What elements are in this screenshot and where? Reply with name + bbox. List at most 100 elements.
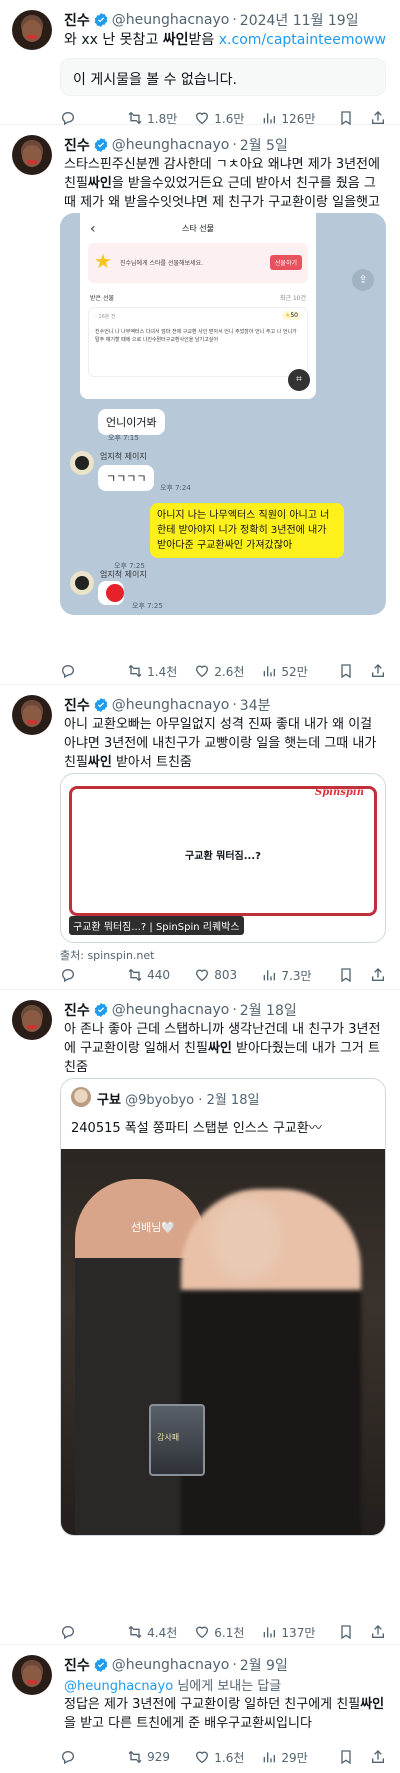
share-button[interactable] — [370, 1624, 386, 1640]
like-icon — [196, 969, 209, 982]
scan-icon[interactable]: ⌗ — [288, 369, 310, 391]
reply-icon — [61, 664, 75, 679]
views-button[interactable]: 29만 — [261, 1749, 338, 1766]
link-card[interactable]: Spinspin 구교환 뭐터짐...? 구교환 뭐터짐...? | SpinS… — [60, 773, 386, 943]
card-preview: Spinspin 구교환 뭐터짐...? — [69, 786, 377, 916]
tweet-text: 정답은 제가 3년전에 구교환이랑 일하던 친구에게 친필싸인을 받고 다른 트… — [64, 1697, 385, 1731]
tweet-header: 진수 @heunghacnayo · 34분 — [64, 695, 271, 715]
bookmark-button[interactable] — [338, 1624, 370, 1640]
share-button[interactable] — [370, 663, 386, 679]
author-name[interactable]: 진수 — [64, 135, 90, 155]
unavailable-notice: 이 게시물을 볼 수 없습니다. — [60, 58, 386, 96]
spinspin-logo: Spinspin — [315, 787, 364, 798]
share-circle-icon[interactable]: ⇪ — [352, 269, 374, 291]
avatar[interactable] — [12, 1655, 52, 1695]
sender-avatar — [70, 451, 94, 475]
like-icon — [196, 112, 209, 125]
retweet-button[interactable]: 440 — [127, 967, 194, 983]
character-icon — [75, 456, 89, 470]
tweet[interactable]: 진수 @heunghacnayo · 2월 18일 아 존나 좋아 근데 스탭하… — [0, 990, 400, 1645]
like-button[interactable]: 1.6만 — [194, 110, 261, 127]
tweet-time[interactable]: 2024년 11월 19일 — [240, 10, 359, 30]
tweet-text: 스타스핀주신분껜 감사한데 ㄱㅊ아요 왜냐면 제가 3년전에 친필싸인을 받을수… — [64, 157, 380, 210]
avatar[interactable] — [12, 1000, 52, 1040]
reply-button[interactable] — [60, 967, 127, 983]
reply-button[interactable] — [60, 1749, 127, 1765]
verified-icon — [94, 13, 108, 27]
tweet-time[interactable]: 2월 18일 — [240, 1000, 297, 1020]
bookmark-button[interactable] — [338, 1749, 370, 1765]
tweet-header: 진수 @heunghacnayo · 2월 18일 — [64, 1000, 297, 1020]
panel-title: 스타 선물 — [182, 224, 214, 233]
sender-name: 엄지척 제이지 — [100, 452, 147, 461]
tweet-actions: 1.4천 2.6천 52만 — [60, 661, 386, 681]
author-name[interactable]: 진수 — [64, 10, 90, 30]
avatar[interactable] — [12, 135, 52, 175]
bookmark-icon — [341, 1625, 352, 1640]
tweet-time[interactable]: 34분 — [240, 695, 271, 715]
tweet[interactable]: 진수 @heunghacnayo · 34분 아니 교환오빠는 아무일없지 성격… — [0, 685, 400, 990]
views-icon — [264, 1752, 276, 1763]
reply-button[interactable] — [60, 1624, 127, 1640]
like-button[interactable]: 2.6천 — [194, 663, 261, 680]
bookmark-button[interactable] — [338, 110, 370, 126]
author-handle[interactable]: @heunghacnayo — [112, 1002, 230, 1018]
retweet-icon — [128, 664, 142, 678]
share-button[interactable] — [370, 1749, 386, 1765]
card-source[interactable]: 출처: spinspin.net — [60, 947, 154, 963]
reply-icon — [61, 1750, 75, 1765]
quote-header: 구뵤 @9byobyo · 2월 18일 — [97, 1093, 260, 1108]
reply-to-handle[interactable]: @heunghacnayo — [64, 1679, 173, 1694]
avatar[interactable] — [12, 10, 52, 50]
author-handle[interactable]: @heunghacnayo — [112, 137, 230, 153]
author-name[interactable]: 진수 — [64, 1655, 90, 1675]
character-icon — [75, 576, 89, 590]
bookmark-button[interactable] — [338, 967, 370, 983]
tweet[interactable]: 진수 @heunghacnayo · 2024년 11월 19일 와 xx 난 … — [0, 0, 400, 127]
avatar[interactable] — [12, 695, 52, 735]
reply-button[interactable] — [60, 663, 127, 679]
views-button[interactable]: 126만 — [261, 110, 338, 127]
author-handle[interactable]: @heunghacnayo — [112, 1657, 230, 1673]
author-name[interactable]: 진수 — [64, 695, 90, 715]
tweet[interactable]: 진수 @heunghacnayo · 2월 5일 스타스핀주신분껜 감사한데 ㄱ… — [0, 125, 400, 685]
bookmark-button[interactable] — [338, 663, 370, 679]
quote-author-name[interactable]: 구뵤 — [97, 1093, 121, 1108]
quote-author-handle[interactable]: @9byobyo — [125, 1093, 194, 1108]
chat-bubble: 싸 — [98, 581, 125, 605]
author-handle[interactable]: @heunghacnayo — [112, 697, 230, 713]
share-button[interactable] — [370, 967, 386, 983]
tweet-time[interactable]: 2월 5일 — [240, 135, 288, 155]
tweet-link[interactable]: x.com/captainteemoww… — [219, 32, 386, 48]
views-icon — [264, 970, 276, 981]
card-caption: 구교환 뭐터짐...? | SpinSpin 리퀘박스 — [69, 916, 244, 935]
quote-photo[interactable]: 선배님🤍 감사패 — [61, 1149, 385, 1535]
like-button[interactable]: 6.1천 — [194, 1624, 261, 1641]
sender-name: 엄지척 제이지 — [100, 570, 147, 579]
views-button[interactable]: 137만 — [261, 1624, 338, 1641]
like-button[interactable]: 1.6천 — [194, 1749, 261, 1766]
retweet-icon — [128, 111, 142, 125]
retweet-button[interactable]: 1.8만 — [127, 110, 194, 127]
author-handle[interactable]: @heunghacnayo — [112, 12, 230, 28]
gift-button[interactable]: 선물하기 — [269, 255, 302, 270]
retweet-button[interactable]: 1.4천 — [127, 663, 194, 680]
retweet-button[interactable]: 929 — [127, 1749, 194, 1765]
views-button[interactable]: 7.3만 — [261, 967, 338, 984]
verified-icon — [94, 1003, 108, 1017]
reply-button[interactable] — [60, 110, 127, 126]
retweet-button[interactable]: 4.4천 — [127, 1624, 194, 1641]
share-icon — [372, 968, 385, 981]
share-icon — [372, 1625, 385, 1638]
tweet[interactable]: 진수 @heunghacnayo · 2월 9일 @heunghacnayo 님… — [0, 1645, 400, 1773]
views-button[interactable]: 52만 — [261, 663, 338, 680]
author-name[interactable]: 진수 — [64, 1000, 90, 1020]
quote-tweet[interactable]: 구뵤 @9byobyo · 2월 18일 240515 폭설 쫑파티 스탭분 인… — [60, 1078, 386, 1536]
share-button[interactable] — [370, 110, 386, 126]
chat-screenshot[interactable]: ‹ 스타 선물 ★ 진수님에게 스타를 선물해보세요. 선물하기 받은 선물 최… — [60, 213, 386, 615]
blur-face — [211, 1199, 281, 1279]
chat-bubble-mine: 아니지 나는 나무엑터스 직원이 아니고 너한테 받아야지 니가 정확히 3년전… — [150, 503, 344, 558]
like-button[interactable]: 803 — [194, 967, 261, 983]
tweet-time[interactable]: 2월 9일 — [240, 1655, 288, 1675]
tweet-actions: 4.4천 6.1천 137만 — [60, 1622, 386, 1642]
